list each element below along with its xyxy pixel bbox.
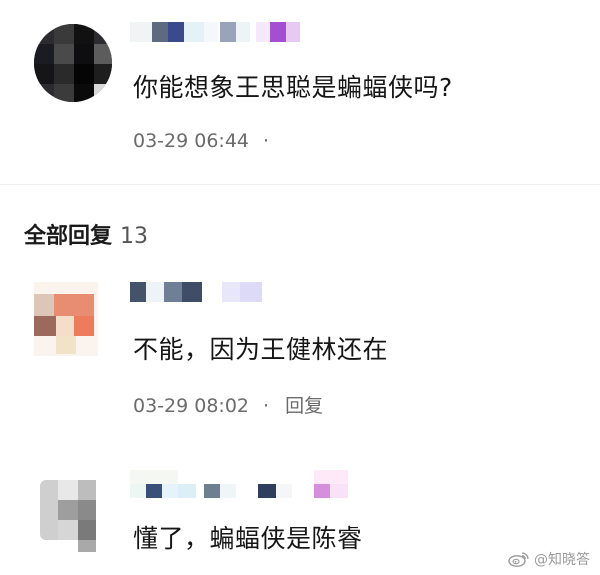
- section-divider: [0, 184, 600, 185]
- reply-author-avatar[interactable]: [34, 282, 98, 356]
- post-author-name[interactable]: [130, 22, 320, 42]
- post-timestamp: 03-29 06:44: [133, 130, 250, 152]
- reply-author-name[interactable]: [130, 282, 270, 302]
- replies-count: 13: [120, 224, 149, 249]
- watermark-text: @知晓答: [534, 552, 590, 568]
- post-author-avatar[interactable]: [34, 24, 112, 102]
- replies-header: 全部回复 13: [24, 218, 148, 250]
- reply-meta: 03-29 08:02 · 回复: [133, 391, 323, 418]
- reply-text: 懂了，蝙蝠侠是陈睿: [133, 524, 363, 553]
- reply-text: 不能，因为王健林还在: [133, 335, 389, 364]
- post-meta: 03-29 06:44 ·: [133, 130, 269, 152]
- reply-button[interactable]: 回复: [285, 395, 323, 417]
- post-text: 你能想象王思聪是蝙蝠侠吗?: [133, 73, 453, 102]
- watermark: @知晓答: [508, 549, 590, 569]
- reply-timestamp: 03-29 08:02: [133, 395, 250, 417]
- reply-author-avatar[interactable]: [36, 472, 110, 556]
- meta-dot: ·: [263, 395, 270, 417]
- comment-thread-screen: 你能想象王思聪是蝙蝠侠吗? 03-29 06:44 · 全部回复 13 不能，因为王…: [0, 0, 600, 575]
- replies-header-label: 全部回复: [24, 224, 113, 249]
- weibo-logo-icon: [508, 551, 530, 567]
- reply-author-name[interactable]: [130, 470, 360, 500]
- meta-dot: ·: [263, 130, 270, 152]
